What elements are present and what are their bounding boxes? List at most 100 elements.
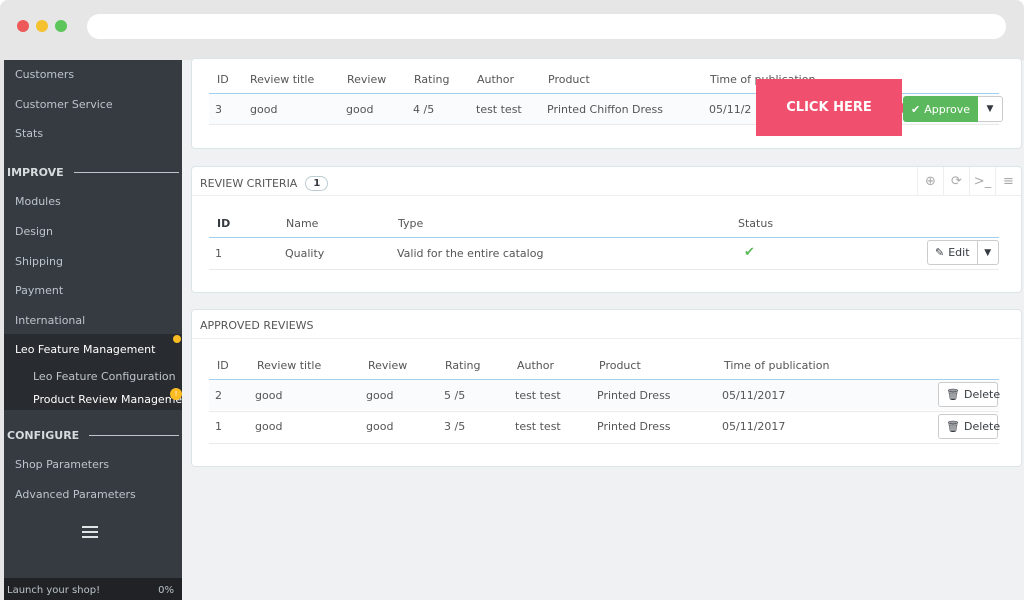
cell-review: good bbox=[366, 420, 394, 433]
maximize-dot[interactable] bbox=[55, 20, 67, 32]
sidebar-item-international[interactable]: International bbox=[15, 314, 85, 327]
col-author: Author bbox=[477, 73, 515, 86]
sidebar-subitem-leo-feature-configuration[interactable]: Leo Feature Configuration bbox=[33, 370, 176, 383]
trash-icon: 🗑 bbox=[946, 388, 960, 401]
col-rating: Rating bbox=[445, 359, 481, 372]
col-id: ID bbox=[217, 359, 229, 372]
cell-rating: 3 /5 bbox=[444, 420, 466, 433]
menu-collapse-icon[interactable] bbox=[82, 526, 98, 541]
status-check-icon[interactable]: ✔ bbox=[744, 245, 755, 260]
edit-button[interactable]: ✎ Edit bbox=[928, 246, 977, 259]
col-review-title: Review title bbox=[257, 359, 322, 372]
cell-rating: 5 /5 bbox=[444, 389, 466, 402]
refresh-icon[interactable]: ⟳ bbox=[943, 167, 969, 195]
sidebar-item-modules[interactable]: Modules bbox=[15, 195, 61, 208]
pending-reviews-panel: ID Review title Review Rating Author Pro… bbox=[191, 58, 1022, 149]
database-icon[interactable]: ≡ bbox=[995, 167, 1021, 195]
cell-product: Printed Dress bbox=[597, 420, 671, 433]
cell-product: Printed Dress bbox=[597, 389, 671, 402]
col-product: Product bbox=[548, 73, 590, 86]
launch-shop-progress: 0% bbox=[158, 585, 174, 596]
section-improve: IMPROVE bbox=[7, 166, 179, 179]
cell-time: 05/11/2017 bbox=[722, 420, 786, 433]
cell-review: good bbox=[346, 103, 374, 116]
cell-product: Printed Chiffon Dress bbox=[547, 103, 664, 116]
cell-author: test test bbox=[476, 103, 522, 116]
col-status: Status bbox=[738, 217, 774, 230]
section-configure: CONFIGURE bbox=[7, 429, 179, 442]
approve-button-group: ✔ Approve ▼ bbox=[903, 96, 1003, 122]
caret-down-icon: ▼ bbox=[986, 104, 994, 114]
caret-down-icon: ▼ bbox=[984, 247, 992, 258]
approved-reviews-title: APPROVED REVIEWS bbox=[200, 319, 314, 332]
address-bar[interactable] bbox=[87, 14, 1006, 39]
main-content: ID Review title Review Rating Author Pro… bbox=[182, 58, 1024, 600]
approve-button[interactable]: ✔ Approve bbox=[903, 96, 978, 122]
cell-author: test test bbox=[515, 420, 561, 433]
cell-time: 05/11/2 bbox=[709, 103, 752, 116]
trash-icon: 🗑 bbox=[946, 420, 960, 433]
delete-button[interactable]: 🗑 Delete bbox=[938, 414, 1001, 439]
minimize-dot[interactable] bbox=[36, 20, 48, 32]
cell-title: good bbox=[250, 103, 278, 116]
sidebar-item-shop-parameters[interactable]: Shop Parameters bbox=[15, 458, 109, 471]
sidebar-item-customer-service[interactable]: Customer Service bbox=[15, 98, 113, 111]
edit-dropdown-toggle[interactable]: ▼ bbox=[976, 241, 998, 264]
col-id: ID bbox=[217, 217, 231, 230]
col-review: Review bbox=[368, 359, 408, 372]
cell-id: 2 bbox=[215, 389, 222, 402]
launch-shop-label: Launch your shop! bbox=[7, 585, 101, 596]
review-criteria-count: 1 bbox=[305, 176, 329, 191]
close-dot[interactable] bbox=[17, 20, 29, 32]
cell-type: Valid for the entire catalog bbox=[397, 247, 544, 260]
col-review-title: Review title bbox=[250, 73, 315, 86]
col-review: Review bbox=[347, 73, 387, 86]
notification-dot bbox=[173, 335, 181, 343]
col-name: Name bbox=[286, 217, 319, 230]
sidebar: Customers Customer Service Stats IMPROVE… bbox=[4, 60, 182, 600]
cell-review: good bbox=[366, 389, 394, 402]
delete-label: Delete bbox=[963, 388, 1001, 401]
cell-rating: 4 /5 bbox=[413, 103, 435, 116]
edit-label: Edit bbox=[948, 246, 970, 259]
edit-button-group: ✎ Edit ▼ bbox=[927, 240, 999, 265]
cell-author: test test bbox=[515, 389, 561, 402]
pencil-icon: ✎ bbox=[935, 246, 945, 259]
cell-time: 05/11/2017 bbox=[722, 389, 786, 402]
sidebar-item-shipping[interactable]: Shipping bbox=[15, 255, 63, 268]
delete-button[interactable]: 🗑 Delete bbox=[938, 382, 1001, 407]
launch-shop-bar[interactable]: Launch your shop! 0% bbox=[4, 578, 182, 600]
approved-reviews-header: APPROVED REVIEWS bbox=[200, 319, 314, 332]
sql-terminal-icon[interactable]: >_ bbox=[969, 167, 995, 195]
delete-label: Delete bbox=[963, 420, 1001, 433]
col-rating: Rating bbox=[414, 73, 450, 86]
sidebar-item-leo-feature-management[interactable]: Leo Feature Management bbox=[15, 343, 155, 356]
sidebar-item-customers[interactable]: Customers bbox=[15, 68, 74, 81]
check-icon: ✔ bbox=[911, 102, 921, 116]
cell-id: 1 bbox=[215, 420, 222, 433]
panel-toolbar: ⊕ ⟳ >_ ≡ bbox=[917, 167, 1021, 195]
add-icon[interactable]: ⊕ bbox=[917, 167, 943, 195]
sidebar-subitem-product-review-management[interactable]: Product Review Manageme... bbox=[33, 393, 182, 406]
sidebar-item-design[interactable]: Design bbox=[15, 225, 53, 238]
col-author: Author bbox=[517, 359, 555, 372]
sidebar-item-stats[interactable]: Stats bbox=[15, 127, 43, 140]
col-id: ID bbox=[217, 73, 229, 86]
notification-badge: ! bbox=[170, 388, 182, 400]
cell-id: 3 bbox=[215, 103, 222, 116]
click-here-callout: CLICK HERE bbox=[756, 79, 910, 136]
col-time: Time of publication bbox=[724, 359, 830, 372]
approve-label: Approve bbox=[924, 102, 970, 116]
cell-title: good bbox=[255, 420, 283, 433]
review-criteria-header: REVIEW CRITERIA 1 bbox=[200, 176, 329, 191]
approve-dropdown-toggle[interactable]: ▼ bbox=[978, 96, 1003, 122]
review-criteria-panel: REVIEW CRITERIA 1 ⊕ ⟳ >_ ≡ ID Name Type … bbox=[191, 166, 1022, 293]
section-improve-label: IMPROVE bbox=[7, 166, 64, 179]
approved-reviews-panel: APPROVED REVIEWS ID Review title Review … bbox=[191, 309, 1022, 467]
sidebar-item-advanced-parameters[interactable]: Advanced Parameters bbox=[15, 488, 136, 501]
cell-name: Quality bbox=[285, 247, 325, 260]
window-controls bbox=[17, 20, 67, 32]
cell-title: good bbox=[255, 389, 283, 402]
section-configure-label: CONFIGURE bbox=[7, 429, 80, 442]
sidebar-item-payment[interactable]: Payment bbox=[15, 284, 63, 297]
